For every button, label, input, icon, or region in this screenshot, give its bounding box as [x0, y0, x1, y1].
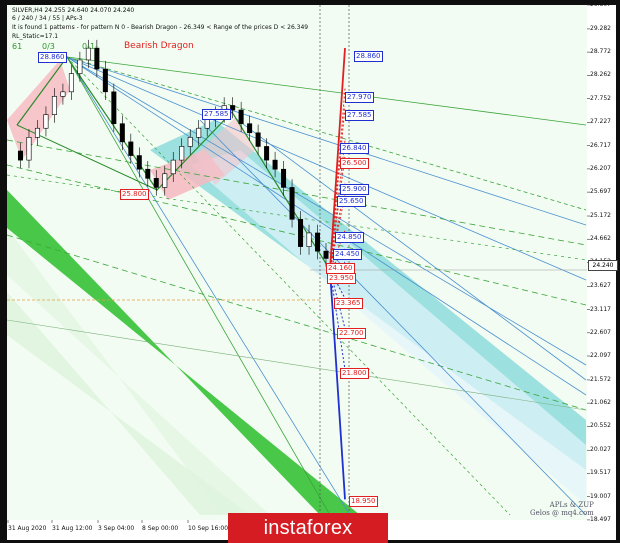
y-tick-label: 22.097 [590, 352, 611, 359]
candle-body [17, 150, 23, 161]
candle-body [298, 218, 304, 247]
candle-body [119, 123, 125, 143]
pattern-line: It is found 1 patterns - for pattern N 0… [12, 24, 309, 31]
watermark: APLs & ZUP Gelos @ mq4.com [530, 501, 594, 517]
settings-line: 6 / 240 / 34 / 55 | APs-3 [12, 15, 83, 22]
price-marker-label: 21.800 [340, 368, 369, 379]
price-marker-label: 26.840 [340, 143, 369, 154]
y-tick-label: 23.117 [590, 305, 611, 313]
price-marker-label: 27.585 [345, 110, 374, 121]
candle-body [43, 114, 49, 129]
watermark-line1: APLs & ZUP [549, 501, 594, 509]
candle-body [196, 127, 202, 138]
y-tick-label: 27.752 [590, 94, 611, 102]
candle-body [170, 159, 176, 175]
price-marker-label: 23.950 [327, 273, 356, 284]
candle-body [128, 141, 134, 156]
x-tick-label: 10 Sep 16:00 [188, 525, 229, 532]
candle-body [68, 73, 74, 93]
candle-body [179, 146, 185, 161]
candle-body [153, 178, 159, 188]
candle-body [162, 173, 168, 188]
candle-body [255, 132, 261, 147]
y-tick-label: 21.572 [590, 375, 611, 383]
y-tick-label: 28.772 [590, 48, 611, 56]
candle-body [111, 91, 117, 124]
current-price-tag: 24.240 [588, 260, 618, 271]
symbol-line: SILVER,H4 24.255 24.640 24.070 24.240 [12, 7, 135, 14]
candle-body [264, 146, 270, 161]
candle-body [34, 127, 40, 138]
y-tick-label: 25.697 [590, 188, 611, 196]
price-marker-label: 24.850 [335, 232, 364, 243]
price-marker-label: 26.500 [340, 158, 369, 169]
candle-body [145, 168, 151, 179]
candle-body [306, 232, 312, 247]
y-tick-label: 29.807 [590, 1, 611, 8]
price-marker-label: 27.585 [202, 109, 231, 120]
candle-body [136, 155, 142, 170]
y-tick-label: 20.027 [590, 446, 611, 454]
price-marker-label: 27.970 [345, 92, 374, 103]
price-marker-label: 24.450 [333, 249, 362, 260]
candle-body [315, 232, 321, 252]
chart-plot[interactable] [0, 0, 620, 543]
price-marker-label: 28.860 [38, 52, 67, 63]
candle-body [94, 47, 100, 70]
candle-body [77, 59, 83, 74]
x-tick-label: 3 Sep 04:00 [98, 525, 135, 532]
fan-label-mid: 0/3 [42, 42, 55, 51]
static-line: RL_Static=17.1 [12, 33, 59, 40]
candle-body [51, 96, 57, 115]
y-tick-label: 19.007 [590, 492, 611, 500]
plot-background [7, 5, 587, 520]
candle-body [187, 137, 193, 147]
y-tick-label: 21.062 [590, 399, 611, 407]
y-tick-label: 27.227 [590, 118, 611, 126]
watermark-line2: Gelos @ mq4.com [530, 509, 594, 517]
fan-label-right: 0-1- [82, 42, 98, 51]
y-tick-label: 26.207 [590, 164, 611, 172]
candle-body [247, 123, 253, 134]
y-tick-label: 28.262 [590, 71, 611, 79]
candle-body [272, 159, 278, 170]
price-marker-label: 25.800 [120, 189, 149, 200]
candle-body [323, 250, 329, 259]
price-marker-label: 25.900 [340, 184, 369, 195]
brand-banner[interactable]: instaforex [228, 513, 388, 543]
candle-body [102, 68, 108, 93]
y-tick-label: 29.282 [590, 24, 611, 32]
y-tick-label: 26.717 [590, 141, 611, 149]
y-tick-label: 22.607 [590, 328, 611, 336]
fan-label-left: 61 [12, 42, 23, 51]
x-tick-label: 31 Aug 12:00 [52, 525, 93, 532]
candle-body [60, 91, 66, 97]
y-tick-label: 23.627 [590, 282, 611, 290]
candle-body [238, 109, 244, 124]
x-tick-label: 31 Aug 2020 [8, 525, 47, 532]
price-marker-label: 25.650 [337, 196, 366, 207]
candle-body [230, 105, 236, 111]
price-marker-label: 22.700 [337, 328, 366, 339]
x-tick-label: 8 Sep 00:00 [142, 525, 179, 532]
price-marker-label: 28.860 [354, 51, 383, 62]
candle-body [289, 187, 295, 220]
price-marker-label: 23.365 [334, 298, 363, 309]
y-tick-label: 25.172 [590, 212, 611, 220]
y-tick-label: 24.662 [590, 235, 611, 243]
candle-body [281, 168, 287, 188]
price-marker-label: 18.950 [349, 496, 378, 507]
candle-body [204, 118, 210, 129]
pattern-title: Bearish Dragon [124, 41, 194, 51]
y-tick-label: 19.517 [590, 469, 611, 477]
y-tick-label: 20.552 [590, 422, 611, 430]
candle-body [26, 137, 32, 161]
